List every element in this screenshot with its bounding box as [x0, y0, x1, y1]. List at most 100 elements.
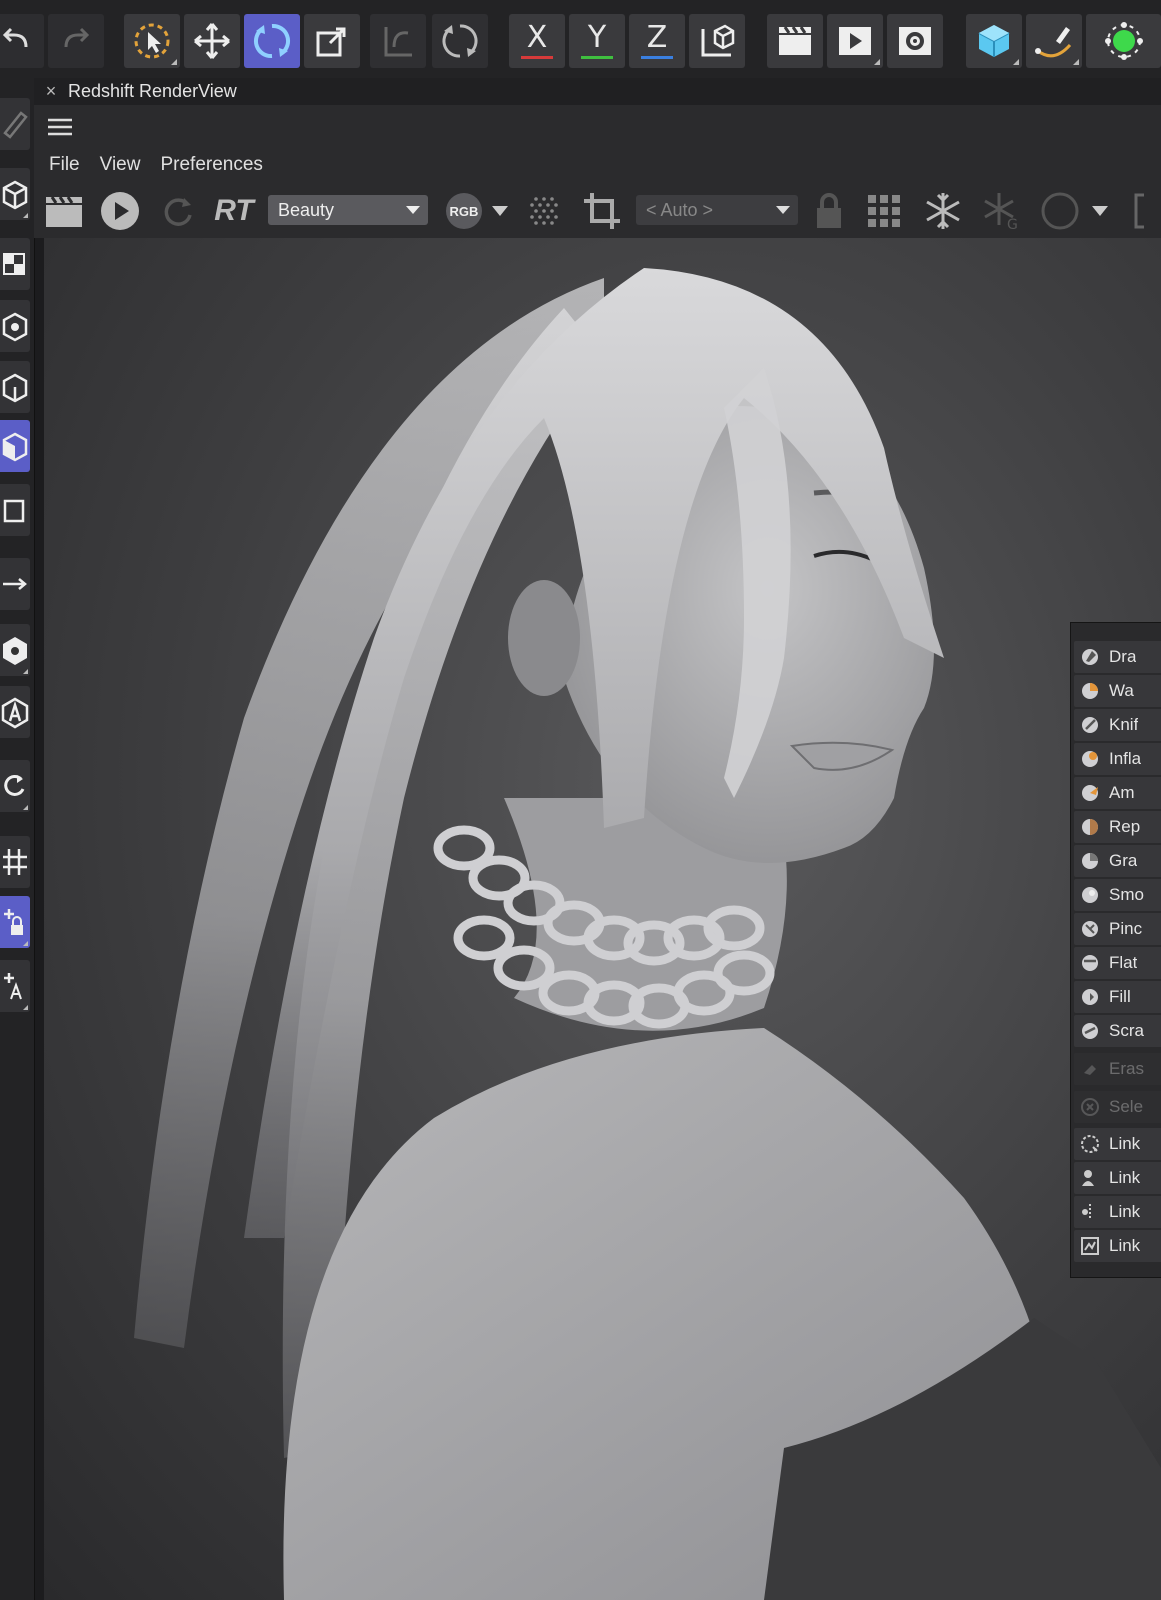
brush-label: Sele	[1109, 1097, 1144, 1116]
submenu-indicator	[23, 1005, 28, 1010]
solo-button[interactable]	[0, 624, 30, 676]
undo-button[interactable]	[0, 14, 44, 68]
brush-label: Rep	[1109, 817, 1141, 836]
scale-button[interactable]	[304, 14, 360, 68]
coordinate-system-button[interactable]	[689, 14, 745, 68]
crop-icon	[584, 193, 620, 229]
scale-icon	[316, 27, 346, 57]
brush-amplify[interactable]: Am	[1074, 777, 1161, 809]
move-icon	[194, 23, 230, 59]
submenu-indicator	[23, 669, 28, 674]
ear	[508, 580, 580, 696]
polygon-mode-button[interactable]	[0, 420, 30, 472]
more-tools-button[interactable]	[1120, 189, 1160, 233]
rt-toggle-button[interactable]: RT	[212, 189, 256, 233]
render-view-button[interactable]	[767, 14, 823, 68]
edge-mode-icon	[2, 373, 28, 403]
circle-icon	[1041, 192, 1079, 230]
amplify-brush-icon	[1082, 785, 1098, 801]
brush-repeat[interactable]: Rep	[1074, 811, 1161, 843]
wax-brush-icon	[1082, 683, 1098, 699]
brush-smooth[interactable]: Smo	[1074, 879, 1161, 911]
brush-link-2[interactable]: Link	[1074, 1162, 1161, 1194]
brush-fill[interactable]: Fill	[1074, 981, 1161, 1013]
undo-view-button[interactable]	[370, 14, 426, 68]
rotate-button[interactable]	[244, 14, 300, 68]
generator-button[interactable]	[1086, 14, 1161, 68]
make-editable-button[interactable]	[0, 98, 30, 150]
live-selection-button[interactable]	[124, 14, 180, 68]
uv-mode-button[interactable]	[0, 484, 30, 536]
panel-header	[34, 105, 1161, 147]
render-to-picture-viewer-button[interactable]	[827, 14, 883, 68]
render-settings-button[interactable]	[887, 14, 943, 68]
y-axis-lock-button[interactable]: Y	[569, 14, 625, 68]
freeze-geometry-button[interactable]: G	[980, 189, 1022, 233]
brush-pinch[interactable]: Pinc	[1074, 913, 1161, 945]
snap-button[interactable]	[0, 836, 30, 888]
edge-mode-button[interactable]	[0, 361, 30, 413]
eye-hex-icon	[3, 637, 27, 665]
submenu-indicator	[874, 59, 880, 65]
redo-view-button[interactable]	[432, 14, 488, 68]
redo-view-icon	[442, 24, 478, 58]
crop-region-button[interactable]	[580, 189, 624, 233]
uv-mode-icon	[3, 499, 25, 523]
y-axis-label: Y	[587, 19, 607, 55]
brush-flatten[interactable]: Flat	[1074, 947, 1161, 979]
brush-link-3[interactable]: Link	[1074, 1196, 1161, 1228]
lock-region-button[interactable]	[812, 189, 846, 233]
snowflake-icon	[926, 193, 960, 229]
brush-label: Fill	[1109, 987, 1131, 1006]
sculpt-brush-palette: Dra Wa Knif Infla Am Rep Gra Smo Pinc Fl…	[1070, 622, 1161, 1278]
submenu-indicator	[171, 59, 177, 65]
brush-inflate[interactable]: Infla	[1074, 743, 1161, 775]
brush-wax[interactable]: Wa	[1074, 675, 1161, 707]
menu-view[interactable]: View	[100, 154, 141, 176]
brush-grab[interactable]: Gra	[1074, 845, 1161, 877]
tweak-mode-button[interactable]	[0, 760, 30, 812]
model-mode-icon	[2, 180, 28, 210]
chevron-down-icon[interactable]	[1092, 206, 1108, 216]
pencil-icon	[3, 111, 28, 139]
brush-knife[interactable]: Knif	[1074, 709, 1161, 741]
move-button[interactable]	[184, 14, 240, 68]
pen-spline-button[interactable]	[1026, 14, 1082, 68]
viewport-solo-button[interactable]	[0, 686, 30, 738]
close-tab-button[interactable]: ×	[34, 81, 68, 102]
redo-button[interactable]	[48, 14, 104, 68]
x-axis-lock-button[interactable]: X	[509, 14, 565, 68]
brush-draw[interactable]: Dra	[1074, 641, 1161, 673]
hamburger-menu-icon[interactable]	[47, 117, 73, 137]
cube-object-button[interactable]	[966, 14, 1022, 68]
render-snapshot-button[interactable]	[44, 189, 84, 233]
start-render-button[interactable]	[100, 189, 140, 233]
texture-mode-button[interactable]	[0, 238, 30, 290]
brush-label: Scra	[1109, 1021, 1144, 1040]
render-to-picture-viewer-icon	[839, 27, 871, 55]
sampling-overlay-button[interactable]	[524, 189, 564, 233]
brush-link-4[interactable]: Link	[1074, 1230, 1161, 1262]
render-viewport[interactable]	[44, 238, 1161, 1600]
brush-label: Link	[1109, 1134, 1141, 1153]
chevron-down-icon[interactable]	[492, 206, 508, 216]
brush-link-1[interactable]: Link	[1074, 1128, 1161, 1160]
model-mode-button[interactable]	[0, 168, 30, 220]
freeze-button[interactable]	[922, 189, 964, 233]
rendered-image	[134, 268, 1161, 1600]
region-dropdown[interactable]: < Auto >	[636, 195, 798, 225]
clay-render-button[interactable]	[1040, 189, 1080, 233]
planar-workplane-button[interactable]	[0, 960, 30, 1012]
lock-workplane-button[interactable]	[0, 896, 30, 948]
render-view-icon	[779, 26, 811, 55]
axis-mode-button[interactable]	[0, 558, 30, 610]
menu-preferences[interactable]: Preferences	[160, 154, 262, 176]
bucket-overlay-button[interactable]	[864, 189, 904, 233]
point-mode-button[interactable]	[0, 300, 30, 352]
menu-file[interactable]: File	[49, 154, 80, 176]
z-axis-lock-button[interactable]: Z	[629, 14, 685, 68]
refresh-render-button[interactable]	[160, 189, 196, 233]
aov-dropdown[interactable]: Beauty	[268, 195, 428, 225]
color-mode-button[interactable]: RGB	[444, 189, 484, 233]
brush-scrape[interactable]: Scra	[1074, 1015, 1161, 1047]
